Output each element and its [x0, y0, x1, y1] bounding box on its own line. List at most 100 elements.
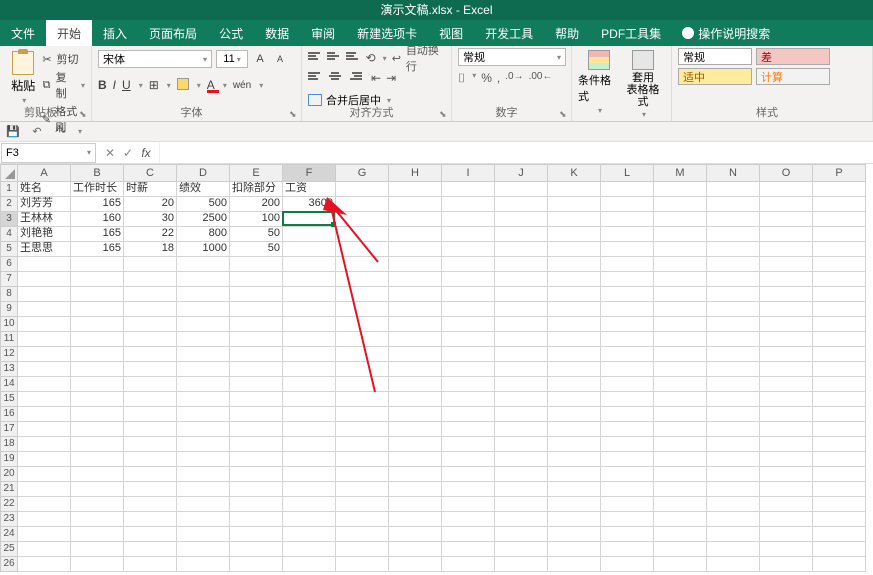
cell-O6[interactable]: [760, 257, 813, 272]
cell-O17[interactable]: [760, 422, 813, 437]
cell-M12[interactable]: [654, 347, 707, 362]
cell-L14[interactable]: [601, 377, 654, 392]
cell-I1[interactable]: [442, 182, 495, 197]
cell-I2[interactable]: [442, 197, 495, 212]
cell-L9[interactable]: [601, 302, 654, 317]
cell-G4[interactable]: [336, 227, 389, 242]
cell-A25[interactable]: [18, 542, 71, 557]
number-launcher[interactable]: ⬊: [559, 109, 569, 119]
cell-M2[interactable]: [654, 197, 707, 212]
cell-O16[interactable]: [760, 407, 813, 422]
cell-O12[interactable]: [760, 347, 813, 362]
cell-C23[interactable]: [124, 512, 177, 527]
cell-M17[interactable]: [654, 422, 707, 437]
col-head-A[interactable]: A: [18, 164, 71, 182]
cell-L20[interactable]: [601, 467, 654, 482]
cell-L17[interactable]: [601, 422, 654, 437]
tab-file[interactable]: 文件: [0, 20, 46, 46]
cell-A20[interactable]: [18, 467, 71, 482]
cell-J22[interactable]: [495, 497, 548, 512]
cell-G3[interactable]: [336, 212, 389, 227]
cell-A26[interactable]: [18, 557, 71, 572]
align-bottom-button[interactable]: [346, 51, 360, 65]
cell-N19[interactable]: [707, 452, 760, 467]
cell-N4[interactable]: [707, 227, 760, 242]
cell-A24[interactable]: [18, 527, 71, 542]
cell-K6[interactable]: [548, 257, 601, 272]
cell-L16[interactable]: [601, 407, 654, 422]
cell-K8[interactable]: [548, 287, 601, 302]
cell-D26[interactable]: [177, 557, 230, 572]
cell-B19[interactable]: [71, 452, 124, 467]
row-head-17[interactable]: 17: [0, 422, 18, 437]
cell-F11[interactable]: [283, 332, 336, 347]
col-head-H[interactable]: H: [389, 164, 442, 182]
cell-F26[interactable]: [283, 557, 336, 572]
decrease-decimal-button[interactable]: .00←: [529, 71, 553, 86]
cell-E25[interactable]: [230, 542, 283, 557]
cell-C20[interactable]: [124, 467, 177, 482]
row-head-26[interactable]: 26: [0, 557, 18, 572]
cell-P16[interactable]: [813, 407, 866, 422]
cell-N21[interactable]: [707, 482, 760, 497]
cell-G22[interactable]: [336, 497, 389, 512]
cell-C22[interactable]: [124, 497, 177, 512]
cell-E19[interactable]: [230, 452, 283, 467]
cell-G24[interactable]: [336, 527, 389, 542]
row-head-10[interactable]: 10: [0, 317, 18, 332]
cell-D8[interactable]: [177, 287, 230, 302]
cell-G20[interactable]: [336, 467, 389, 482]
cell-O5[interactable]: [760, 242, 813, 257]
row-head-12[interactable]: 12: [0, 347, 18, 362]
paste-button[interactable]: 粘贴▾: [6, 48, 41, 135]
cell-J26[interactable]: [495, 557, 548, 572]
cell-K1[interactable]: [548, 182, 601, 197]
cell-M18[interactable]: [654, 437, 707, 452]
cell-A2[interactable]: 刘芳芳: [18, 197, 71, 212]
cell-P12[interactable]: [813, 347, 866, 362]
cell-J6[interactable]: [495, 257, 548, 272]
cell-C4[interactable]: 22: [124, 227, 177, 242]
cell-K2[interactable]: [548, 197, 601, 212]
cell-N23[interactable]: [707, 512, 760, 527]
cell-P10[interactable]: [813, 317, 866, 332]
increase-font-button[interactable]: A: [252, 50, 268, 68]
cell-L13[interactable]: [601, 362, 654, 377]
cell-I17[interactable]: [442, 422, 495, 437]
cell-O11[interactable]: [760, 332, 813, 347]
cell-H14[interactable]: [389, 377, 442, 392]
formula-bar[interactable]: [159, 143, 873, 163]
cell-F7[interactable]: [283, 272, 336, 287]
number-format-select[interactable]: 常规▾: [458, 48, 566, 66]
align-center-button[interactable]: [329, 71, 345, 85]
cell-P22[interactable]: [813, 497, 866, 512]
cell-A17[interactable]: [18, 422, 71, 437]
decrease-font-button[interactable]: A: [272, 50, 288, 68]
cell-D6[interactable]: [177, 257, 230, 272]
cell-P21[interactable]: [813, 482, 866, 497]
cell-J23[interactable]: [495, 512, 548, 527]
cell-K15[interactable]: [548, 392, 601, 407]
cell-J11[interactable]: [495, 332, 548, 347]
cell-H13[interactable]: [389, 362, 442, 377]
cell-L4[interactable]: [601, 227, 654, 242]
comma-button[interactable]: ,: [497, 71, 500, 86]
cell-M23[interactable]: [654, 512, 707, 527]
decrease-indent-button[interactable]: ⇤: [371, 71, 381, 85]
row-head-24[interactable]: 24: [0, 527, 18, 542]
cell-B17[interactable]: [71, 422, 124, 437]
tell-me-search[interactable]: 操作说明搜索: [672, 20, 780, 46]
cell-H20[interactable]: [389, 467, 442, 482]
cell-P8[interactable]: [813, 287, 866, 302]
cell-J2[interactable]: [495, 197, 548, 212]
row-head-8[interactable]: 8: [0, 287, 18, 302]
cell-H26[interactable]: [389, 557, 442, 572]
cell-K25[interactable]: [548, 542, 601, 557]
tab-review[interactable]: 审阅: [300, 20, 346, 46]
cell-H16[interactable]: [389, 407, 442, 422]
cell-M21[interactable]: [654, 482, 707, 497]
row-head-9[interactable]: 9: [0, 302, 18, 317]
align-middle-button[interactable]: [327, 51, 341, 65]
cell-M10[interactable]: [654, 317, 707, 332]
row-head-25[interactable]: 25: [0, 542, 18, 557]
